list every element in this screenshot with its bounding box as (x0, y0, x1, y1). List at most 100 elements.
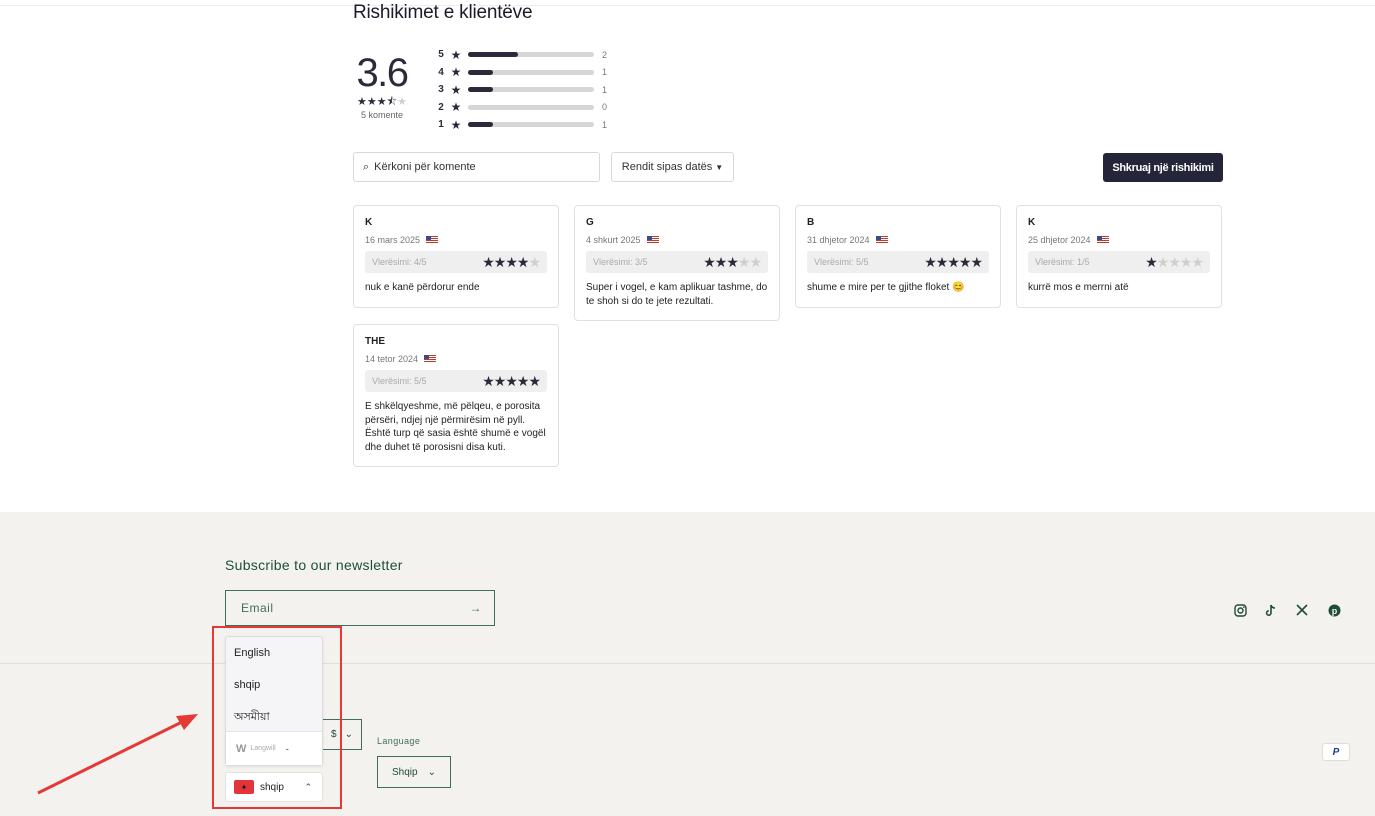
sort-label: Rendit sipas datës (621, 161, 713, 173)
rating-label: Vlerësimi: 5/5 (372, 376, 427, 386)
rating-strip: Vlerësimi: 5/5 ★★★★★ (807, 251, 989, 273)
distribution-row: 3 ★ 1 (436, 81, 607, 99)
highlight-box (212, 626, 342, 809)
average-rating-stars: ★★★⯪★ (357, 96, 407, 108)
rating-stars: ★★★★★ (924, 253, 983, 270)
distribution-bar (468, 52, 594, 58)
write-review-button[interactable]: Shkruaj një rishikimi (1103, 153, 1223, 182)
review-text: shume e mire per te gjithe floket 😊 (807, 282, 965, 293)
distribution-count: 0 (602, 102, 608, 113)
rating-label: Vlerësimi: 4/5 (372, 257, 427, 267)
distribution-row: 4 ★ 1 (436, 64, 607, 82)
review-card: THE 14 tetor 2024 Vlerësimi: 5/5 ★★★★★ E shk… (353, 324, 559, 467)
distribution-bar (468, 122, 594, 128)
reviewer-name: K (365, 217, 373, 228)
distribution-row: 5 ★ 2 (436, 46, 607, 64)
review-date: 4 shkurt 2025 (586, 235, 641, 245)
page: Rishikimet e klientëve 3.6 ★★★⯪★ 5 komen… (0, 0, 1375, 816)
distribution-count: 1 (602, 84, 608, 95)
language-label: Language (377, 736, 421, 746)
rating-stars: ★★★★★ (482, 372, 541, 389)
sort-dropdown[interactable]: Rendit sipas datës ▼ (611, 152, 734, 182)
distribution-count: 1 (602, 119, 608, 130)
us-flag-icon (1096, 236, 1109, 244)
rating-label: Vlerësimi: 1/5 (1035, 257, 1090, 267)
distribution-stars-label: 3 (438, 84, 444, 96)
svg-text:p: p (1331, 605, 1337, 615)
paypal-icon: P (1322, 743, 1350, 761)
distribution-bar-fill (468, 52, 519, 58)
rating-strip: Vlerësimi: 4/5 ★★★★★ (365, 251, 547, 273)
email-placeholder: Email (241, 601, 274, 615)
review-text: E shkëlqyeshme, më pëlqeu, e porosita pë… (365, 401, 546, 453)
distribution-bar (468, 104, 594, 110)
reviewer-name: THE (365, 336, 385, 347)
rating-strip: Vlerësimi: 1/5 ★★★★★ (1028, 251, 1210, 273)
review-count: 5 komente (360, 110, 404, 120)
reviewer-name: B (807, 217, 815, 228)
chevron-down-icon: ⌄ (344, 729, 353, 740)
review-text: Super i vogel, e kam aplikuar tashme, do… (586, 282, 768, 307)
star-icon: ★ (450, 117, 462, 132)
language-value: Shqip (392, 766, 418, 778)
average-rating-block: 3.6 ★★★⯪★ 5 komente (352, 50, 412, 120)
distribution-bar (468, 87, 594, 93)
tiktok-icon[interactable] (1263, 602, 1279, 618)
star-icon: ★ (450, 47, 462, 62)
arrow-right-icon[interactable]: → (470, 601, 483, 615)
us-flag-icon (875, 236, 888, 244)
reviews-title: Rishikimet e klientëve (353, 2, 533, 23)
footer (0, 512, 1375, 816)
review-date: 31 dhjetor 2024 (807, 235, 870, 245)
chevron-down-icon: ⌄ (427, 766, 436, 778)
distribution-count: 2 (602, 49, 608, 60)
instagram-icon[interactable] (1232, 602, 1248, 618)
search-icon: ⌕ (363, 160, 370, 173)
reviewer-name: K (1028, 217, 1036, 228)
distribution-count: 1 (602, 67, 608, 78)
us-flag-icon (426, 236, 439, 244)
distribution-bar-fill (468, 87, 494, 93)
us-flag-icon (424, 355, 437, 363)
review-search-placeholder: Kërkoni për komente (374, 161, 476, 173)
review-card: G 4 shkurt 2025 Vlerësimi: 3/5 ★★★★★ Super i… (574, 205, 780, 321)
caret-down-icon: ▼ (715, 162, 724, 172)
distribution-bar-fill (468, 122, 494, 128)
rating-stars: ★★★★★ (1145, 253, 1204, 270)
distribution-row: 2 ★ 0 (436, 99, 607, 117)
rating-strip: Vlerësimi: 3/5 ★★★★★ (586, 251, 768, 273)
newsletter-email-field[interactable]: Email → (225, 590, 495, 626)
average-rating-value: 3.6 (356, 51, 409, 95)
distribution-row: 1 ★ 1 (436, 116, 607, 134)
review-date: 25 dhjetor 2024 (1028, 235, 1091, 245)
newsletter-title: Subscribe to our newsletter (225, 557, 403, 573)
review-date: 16 mars 2025 (365, 235, 421, 245)
review-text: nuk e kanë përdorur ende (365, 282, 480, 293)
star-icon: ★ (450, 82, 462, 97)
rating-stars: ★★★★★ (482, 253, 541, 270)
rating-strip: Vlerësimi: 5/5 ★★★★★ (365, 370, 547, 392)
reviewer-name: G (586, 217, 594, 228)
review-card: K 16 mars 2025 Vlerësimi: 4/5 ★★★★★ nuk e ka… (353, 205, 559, 308)
review-card: K 25 dhjetor 2024 Vlerësimi: 1/5 ★★★★★ kurrë… (1016, 205, 1222, 308)
rating-label: Vlerësimi: 5/5 (814, 257, 869, 267)
review-text: kurrë mos e merrni atë (1028, 282, 1129, 293)
review-search-input[interactable]: ⌕ Kërkoni për komente (353, 152, 600, 182)
distribution-bar-fill (468, 69, 494, 75)
rating-label: Vlerësimi: 3/5 (593, 257, 648, 267)
distribution-stars-label: 2 (438, 101, 444, 113)
star-icon: ★ (450, 65, 462, 80)
us-flag-icon (646, 236, 659, 244)
star-icon: ★ (450, 100, 462, 115)
top-divider (0, 5, 1375, 6)
rating-stars: ★★★★★ (703, 253, 762, 270)
distribution-bar (468, 69, 594, 75)
pinterest-icon[interactable]: p (1326, 602, 1342, 618)
x-icon[interactable] (1294, 602, 1310, 618)
language-select[interactable]: Shqip ⌄ (377, 756, 451, 788)
footer-divider (0, 663, 1375, 664)
distribution-stars-label: 4 (438, 66, 444, 78)
rating-distribution: 5 ★ 2 4 ★ 1 3 ★ 1 2 ★ 0 1 ★ 1 (436, 46, 607, 134)
distribution-stars-label: 1 (438, 119, 444, 131)
review-date: 14 tetor 2024 (365, 354, 419, 364)
